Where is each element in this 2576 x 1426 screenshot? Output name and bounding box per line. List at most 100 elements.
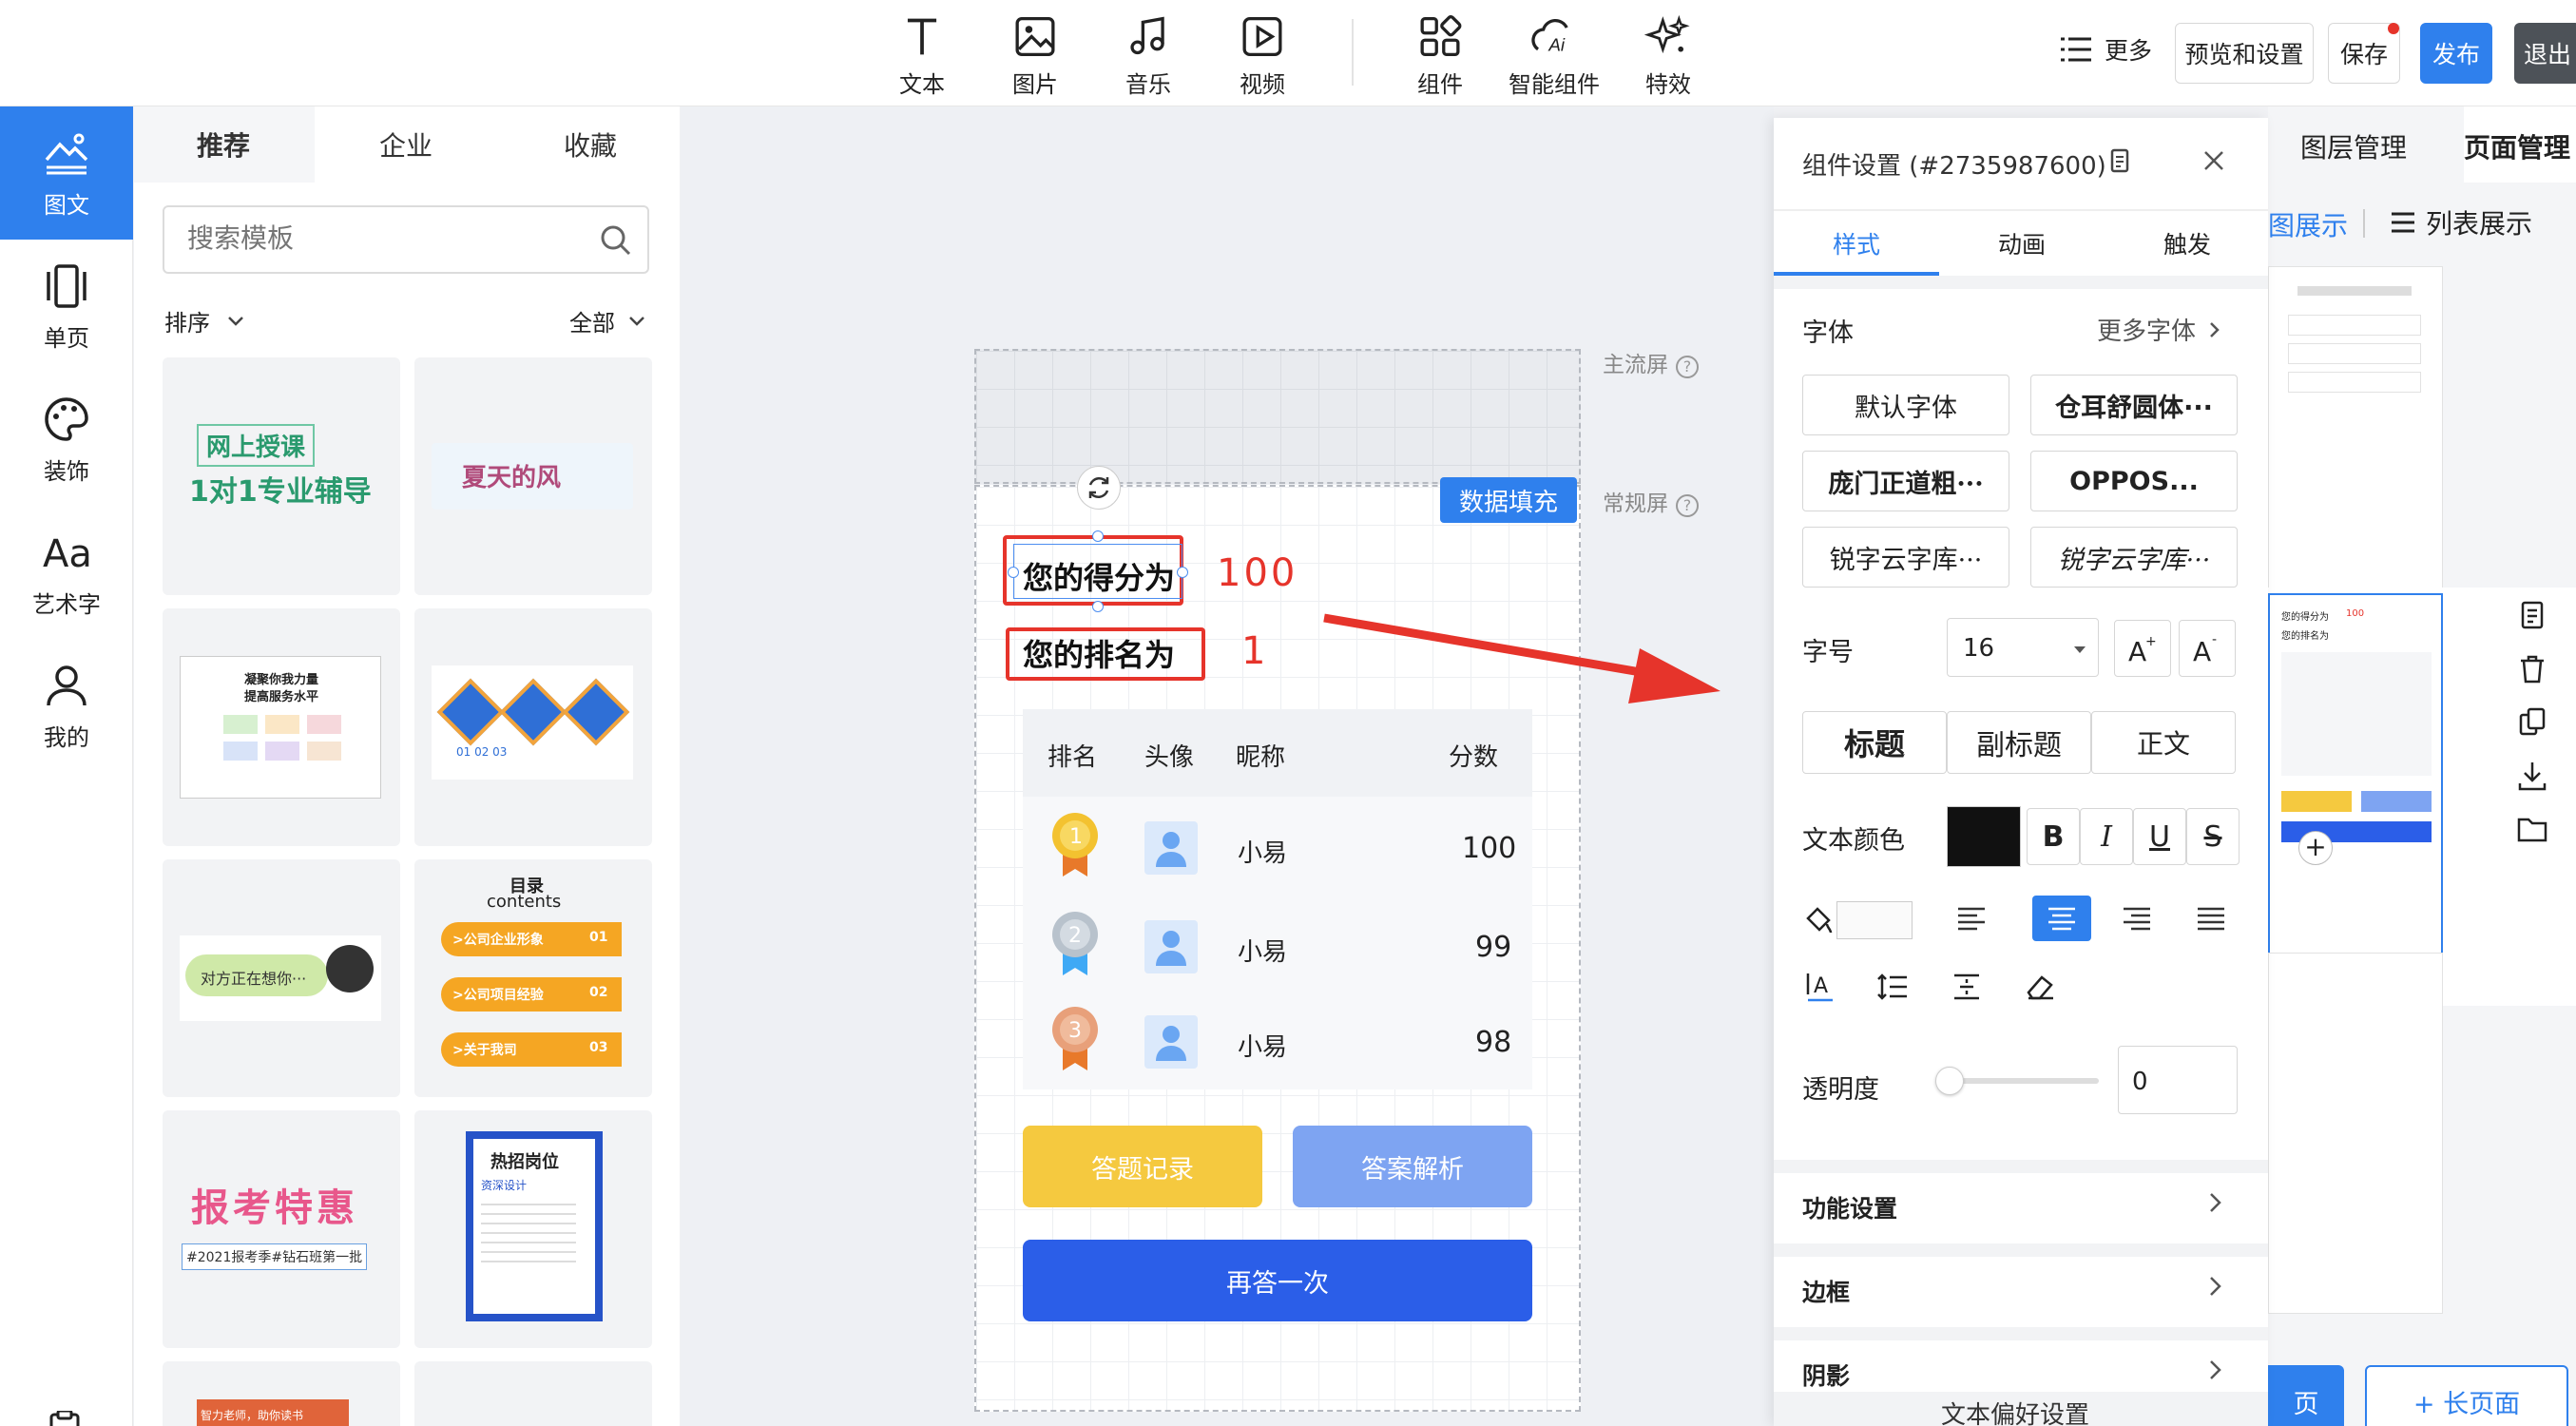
- tab-favorites[interactable]: 收藏: [564, 125, 617, 164]
- search-icon[interactable]: [600, 224, 632, 257]
- opacity-input[interactable]: 0: [2118, 1046, 2238, 1114]
- font-size-select[interactable]: 16: [1947, 618, 2099, 677]
- font-size-decrease-button[interactable]: A-: [2179, 620, 2236, 677]
- nav-single-page[interactable]: 单页: [0, 240, 133, 373]
- effects-tool[interactable]: 特效: [1616, 13, 1721, 99]
- strikethrough-button[interactable]: S: [2186, 808, 2240, 865]
- image-tool[interactable]: 图片: [983, 13, 1087, 99]
- answer-analysis-button[interactable]: 答案解析: [1293, 1126, 1532, 1207]
- chevron-right-icon[interactable]: [2209, 1192, 2222, 1213]
- copy-id-icon[interactable]: [2106, 146, 2133, 177]
- style-body-button[interactable]: 正文: [2091, 711, 2236, 774]
- template-card[interactable]: [414, 1361, 652, 1426]
- tab-trigger[interactable]: 触发: [2163, 226, 2211, 260]
- fill-bucket-icon[interactable]: [1802, 903, 1835, 935]
- style-title-button[interactable]: 标题: [1802, 711, 1947, 774]
- align-justify-icon[interactable]: [2196, 905, 2226, 932]
- text-tool[interactable]: 文本: [870, 13, 974, 99]
- bold-button[interactable]: B: [2027, 808, 2080, 865]
- vertical-text-icon[interactable]: A: [1804, 970, 1836, 1004]
- section-function[interactable]: 功能设置: [1802, 1190, 1897, 1224]
- template-card[interactable]: 报考特惠 #2021报考季#钻石班第一批: [163, 1110, 400, 1348]
- font-option[interactable]: 锐字云字库···: [2030, 527, 2238, 588]
- font-size-increase-button[interactable]: A +: [2114, 620, 2171, 677]
- paragraph-spacing-icon[interactable]: [1951, 972, 1983, 1002]
- nav-image-text[interactable]: 图文: [0, 106, 133, 240]
- template-card[interactable]: 对方正在想你···: [163, 859, 400, 1097]
- template-card[interactable]: 热招岗位 资深设计: [414, 1110, 652, 1348]
- chevron-right-icon[interactable]: [2209, 1359, 2222, 1380]
- section-border[interactable]: 边框: [1802, 1274, 1850, 1308]
- more-fonts-link[interactable]: 更多字体: [2097, 312, 2220, 347]
- chevron-right-icon[interactable]: [2209, 1276, 2222, 1297]
- filter-dropdown[interactable]: 全部: [569, 304, 645, 337]
- align-center-button[interactable]: [2032, 896, 2091, 941]
- ai-component-tool[interactable]: Ai 智能组件: [1502, 13, 1606, 99]
- folder-icon[interactable]: [2515, 812, 2549, 846]
- publish-button[interactable]: 发布: [2420, 23, 2492, 84]
- tab-layers[interactable]: 图层管理: [2300, 127, 2407, 165]
- data-fill-button[interactable]: 数据填充: [1440, 477, 1577, 523]
- help-icon[interactable]: ?: [1676, 494, 1699, 517]
- opacity-slider-handle[interactable]: [1935, 1067, 1964, 1095]
- sort-dropdown[interactable]: 排序: [164, 304, 244, 337]
- font-option[interactable]: 庞门正道粗···: [1802, 451, 2009, 511]
- line-spacing-icon[interactable]: [1876, 972, 1909, 1002]
- font-option[interactable]: OPPOS...: [2030, 451, 2238, 511]
- exit-button[interactable]: 退出: [2514, 23, 2576, 84]
- resize-handle[interactable]: [1008, 567, 1019, 578]
- preference-bar[interactable]: 文本偏好设置: [1774, 1392, 2268, 1426]
- template-card[interactable]: 01 02 03: [414, 608, 652, 846]
- search-input[interactable]: [187, 222, 567, 254]
- resize-handle[interactable]: [1092, 530, 1104, 542]
- text-color-swatch[interactable]: [1947, 806, 2021, 867]
- template-card[interactable]: 凝聚你我力量 提高服务水平: [163, 608, 400, 846]
- tab-style[interactable]: 样式: [1833, 226, 1880, 260]
- answer-record-button[interactable]: 答题记录: [1023, 1126, 1262, 1207]
- font-option[interactable]: 默认字体: [1802, 375, 2009, 435]
- more-menu[interactable]: 更多: [2059, 32, 2152, 67]
- italic-button[interactable]: I: [2080, 808, 2133, 865]
- page-thumbnail-selected[interactable]: 您的得分为 100 您的排名为: [2268, 593, 2443, 960]
- component-tool[interactable]: 组件: [1388, 13, 1492, 99]
- tab-enterprise[interactable]: 企业: [379, 125, 433, 164]
- underline-button[interactable]: U: [2133, 808, 2186, 865]
- rank-value[interactable]: 1: [1241, 629, 1265, 673]
- font-option[interactable]: 锐字云字库···: [1802, 527, 2009, 588]
- music-tool[interactable]: 音乐: [1096, 13, 1201, 99]
- grid-view-toggle[interactable]: 图展示: [2268, 205, 2348, 243]
- template-card[interactable]: 目录 contents >公司企业形象 01 >公司项目经验 02 >关于我司 …: [414, 859, 652, 1097]
- page-thumbnail[interactable]: [2268, 266, 2443, 599]
- section-shadow[interactable]: 阴影: [1802, 1358, 1850, 1392]
- retry-button[interactable]: 再答一次: [1023, 1240, 1532, 1321]
- tab-animation[interactable]: 动画: [1998, 226, 2046, 260]
- score-label[interactable]: 您的得分为: [1023, 554, 1175, 598]
- add-page-button[interactable]: +: [2298, 831, 2333, 865]
- tab-pages[interactable]: 页面管理: [2464, 127, 2570, 165]
- list-view-toggle[interactable]: 列表展示: [2390, 203, 2532, 241]
- add-page-button[interactable]: 页: [2268, 1365, 2344, 1426]
- score-value[interactable]: 100: [1217, 551, 1298, 595]
- page-thumbnail[interactable]: [2268, 953, 2443, 1314]
- template-card[interactable]: 网上授课 1对1专业辅导: [163, 357, 400, 595]
- trash-icon[interactable]: [2515, 652, 2549, 686]
- resize-handle[interactable]: [1177, 567, 1188, 578]
- nav-decoration[interactable]: 装饰: [0, 373, 133, 506]
- opacity-slider-track[interactable]: [1947, 1078, 2099, 1084]
- clipboard-icon[interactable]: [46, 1411, 84, 1426]
- style-subtitle-button[interactable]: 副标题: [1947, 711, 2091, 774]
- add-long-page-button[interactable]: + 长页面: [2365, 1365, 2568, 1426]
- preview-settings-button[interactable]: 预览和设置: [2175, 23, 2314, 84]
- copy-icon[interactable]: [2515, 599, 2549, 633]
- font-option[interactable]: 仓耳舒圆体···: [2030, 375, 2238, 435]
- template-card[interactable]: 夏天的风: [414, 357, 652, 595]
- eraser-icon[interactable]: [2025, 972, 2057, 1002]
- resize-handle[interactable]: [1092, 601, 1104, 612]
- background-color-swatch[interactable]: [1836, 901, 1913, 939]
- template-card[interactable]: 智力老师，助你读书: [163, 1361, 400, 1426]
- duplicate-icon[interactable]: [2515, 705, 2549, 740]
- rank-label[interactable]: 您的排名为: [1023, 631, 1175, 675]
- align-left-icon[interactable]: [1956, 905, 1987, 932]
- align-right-icon[interactable]: [2122, 905, 2152, 932]
- download-icon[interactable]: [2515, 759, 2549, 793]
